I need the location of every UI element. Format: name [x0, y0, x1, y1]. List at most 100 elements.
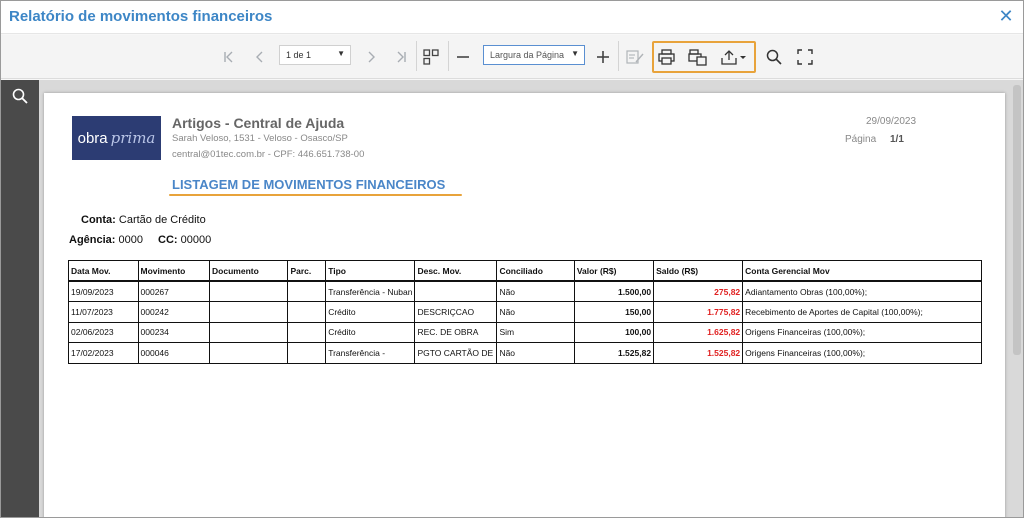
cell-conciliado: Sim: [496, 321, 575, 343]
logo-text-obra: obra: [77, 129, 108, 147]
zoom-in-icon[interactable]: [595, 45, 611, 69]
cell-documento: [209, 342, 289, 364]
page-label: Página: [845, 134, 877, 145]
viewer-toolbar: 1 de 1 ▼ Largura da Página ▼: [1, 35, 1023, 79]
cell-valor: 1.525,82: [573, 342, 655, 364]
page-select[interactable]: 1 de 1 ▼: [279, 45, 351, 65]
company-contact: central@01tec.com.br - CPF: 446.651.738-…: [172, 149, 365, 160]
column-header: Conciliado: [496, 260, 575, 282]
toolbar-divider: [448, 41, 449, 71]
cell-tipo: Transferência - Nuban: [325, 280, 416, 302]
print-icon[interactable]: [657, 45, 675, 69]
export-icon[interactable]: [719, 45, 749, 69]
chevron-down-icon: ▼: [571, 49, 579, 58]
table-header-row: Data Mov. Movimento Documento Parc. Tipo…: [68, 260, 982, 282]
cell-data: 11/07/2023: [68, 301, 139, 323]
cell-desc: [414, 280, 498, 302]
next-page-icon[interactable]: [363, 45, 379, 69]
cell-parc: [287, 280, 327, 302]
chevron-down-icon: ▼: [337, 49, 345, 58]
column-header: Data Mov.: [68, 260, 139, 282]
cell-documento: [209, 321, 289, 343]
cell-desc: DESCRIÇCAO: [414, 301, 498, 323]
column-header: Conta Gerencial Mov: [742, 260, 982, 282]
cell-documento: [209, 280, 289, 302]
company-name: Artigos - Central de Ajuda: [172, 115, 345, 131]
cell-parc: [287, 301, 327, 323]
left-sidebar: [1, 80, 39, 517]
first-page-icon[interactable]: [221, 45, 237, 69]
cell-documento: [209, 301, 289, 323]
toolbar-divider: [618, 41, 619, 71]
cell-conciliado: Não: [496, 301, 575, 323]
table-row: 17/02/2023 000046 Transferência - PGTO C…: [68, 342, 982, 364]
column-header: Tipo: [325, 260, 416, 282]
report-date: 29/09/2023: [866, 116, 917, 127]
window-title: Relatório de movimentos financeiros: [9, 8, 273, 25]
toolbar-divider: [416, 41, 417, 71]
column-header: Parc.: [287, 260, 327, 282]
cell-saldo: 1.625,82: [653, 321, 744, 343]
cell-saldo: 1.775,82: [653, 301, 744, 323]
cell-saldo: 275,82: [653, 280, 744, 302]
conta-label: Conta:: [81, 214, 116, 226]
search-icon[interactable]: [765, 45, 783, 69]
cc-line: CC: 00000: [158, 234, 211, 246]
cell-parc: [287, 321, 327, 343]
agencia-line: Agência: 0000: [69, 234, 143, 246]
fullscreen-icon[interactable]: [796, 45, 814, 69]
cell-movimento: 000242: [137, 301, 211, 323]
column-header: Movimento: [137, 260, 211, 282]
title-bar: Relatório de movimentos financeiros ✕: [1, 1, 1023, 34]
cell-desc: PGTO CARTÃO DE: [414, 342, 498, 364]
page-select-value: 1 de 1: [286, 50, 312, 60]
conta-line: Conta: Cartão de Crédito: [81, 214, 206, 226]
cell-tipo: Crédito: [325, 321, 416, 343]
zoom-out-icon[interactable]: [455, 45, 471, 69]
vertical-scrollbar[interactable]: [1013, 85, 1021, 355]
report-window: Relatório de movimentos financeiros ✕ 1 …: [0, 0, 1024, 518]
column-header: Documento: [209, 260, 289, 282]
company-logo: obra prima: [72, 116, 161, 160]
logo-text-prima: prima: [110, 129, 156, 147]
cell-movimento: 000267: [137, 280, 211, 302]
zoom-select[interactable]: Largura da Página ▼: [483, 45, 585, 65]
agencia-label: Agência:: [69, 234, 116, 246]
cell-valor: 1.500,00: [573, 280, 655, 302]
cell-data: 19/09/2023: [68, 280, 139, 302]
cell-conta: Origens Financeiras (100,00%);: [742, 321, 982, 343]
last-page-icon[interactable]: [393, 45, 409, 69]
cell-valor: 100,00: [573, 321, 655, 343]
cell-data: 17/02/2023: [68, 342, 139, 364]
cell-saldo: 1.525,82: [653, 342, 744, 364]
edit-form-icon[interactable]: [625, 45, 645, 69]
column-header: Saldo (R$): [653, 260, 744, 282]
conta-value: Cartão de Crédito: [118, 214, 206, 226]
search-icon[interactable]: [1, 80, 39, 112]
print-page-icon[interactable]: [687, 45, 707, 69]
agencia-value: 0000: [118, 234, 144, 246]
table-row: 11/07/2023 000242 Crédito DESCRIÇCAO Não…: [68, 301, 982, 323]
prev-page-icon[interactable]: [252, 45, 268, 69]
cc-value: 00000: [180, 234, 212, 246]
report-page: obra prima Artigos - Central de Ajuda Sar…: [44, 93, 1005, 517]
cell-tipo: Transferência -: [325, 342, 416, 364]
column-header: Desc. Mov.: [414, 260, 498, 282]
movements-table: Data Mov. Movimento Documento Parc. Tipo…: [68, 260, 982, 364]
cell-conta: Adiantamento Obras (100,00%);: [742, 280, 982, 302]
report-title: LISTAGEM DE MOVIMENTOS FINANCEIROS: [172, 177, 446, 192]
cell-tipo: Crédito: [325, 301, 416, 323]
cell-desc: REC. DE OBRA: [414, 321, 498, 343]
cell-conta: Origens Financeiras (100,00%);: [742, 342, 982, 364]
table-row: 19/09/2023 000267 Transferência - Nuban …: [68, 280, 982, 302]
cell-conciliado: Não: [496, 280, 575, 302]
cc-label: CC:: [158, 234, 178, 246]
cell-movimento: 000234: [137, 321, 211, 343]
report-title-underline: [169, 194, 462, 196]
multi-page-icon[interactable]: [422, 45, 440, 69]
close-icon[interactable]: ✕: [997, 7, 1015, 25]
company-address: Sarah Veloso, 1531 - Veloso - Osasco/SP: [172, 133, 348, 144]
column-header: Valor (R$): [573, 260, 655, 282]
cell-conta: Recebimento de Aportes de Capital (100,0…: [742, 301, 982, 323]
table-row: 02/06/2023 000234 Crédito REC. DE OBRA S…: [68, 321, 982, 343]
